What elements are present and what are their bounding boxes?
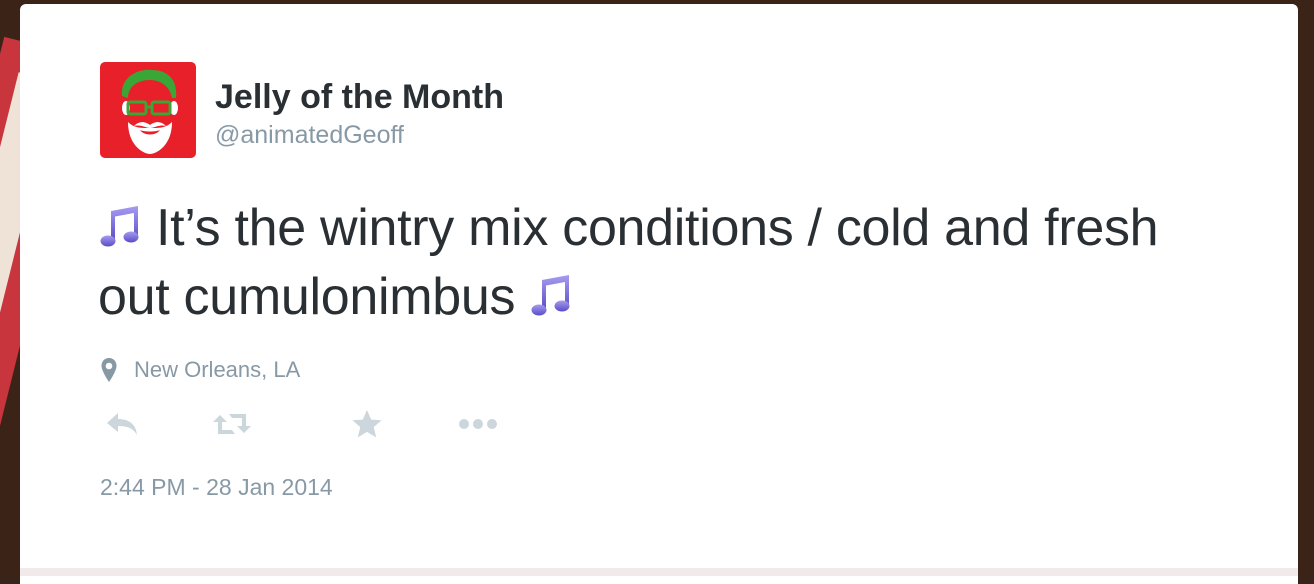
reply-button[interactable] bbox=[100, 404, 144, 444]
tweet-location[interactable]: New Orleans, LA bbox=[100, 354, 300, 386]
card-bottom-divider bbox=[20, 568, 1298, 576]
tweet-text: It’s the wintry mix conditions / cold an… bbox=[98, 194, 1218, 332]
tweet-body: It’s the wintry mix conditions / cold an… bbox=[98, 199, 1159, 326]
location-label: New Orleans, LA bbox=[134, 357, 301, 382]
location-pin-icon bbox=[101, 358, 117, 382]
author-handle[interactable]: @animatedGeoff bbox=[215, 121, 404, 150]
retweet-button[interactable] bbox=[210, 404, 254, 444]
star-icon bbox=[352, 410, 382, 438]
avatar-illustration bbox=[100, 62, 196, 158]
retweet-icon bbox=[213, 414, 251, 434]
more-dots-icon bbox=[459, 419, 497, 429]
musical-note-icon bbox=[100, 206, 139, 247]
avatar[interactable] bbox=[100, 62, 196, 158]
tweet-card: Jelly of the Month @animatedGeoff It’s t… bbox=[20, 4, 1298, 584]
more-button[interactable] bbox=[456, 404, 500, 444]
reply-icon bbox=[107, 413, 137, 435]
favorite-button[interactable] bbox=[345, 404, 389, 444]
tweet-timestamp[interactable]: 2:44 PM - 28 Jan 2014 bbox=[100, 474, 333, 501]
musical-note-icon bbox=[531, 275, 570, 316]
author-display-name[interactable]: Jelly of the Month bbox=[215, 78, 504, 117]
